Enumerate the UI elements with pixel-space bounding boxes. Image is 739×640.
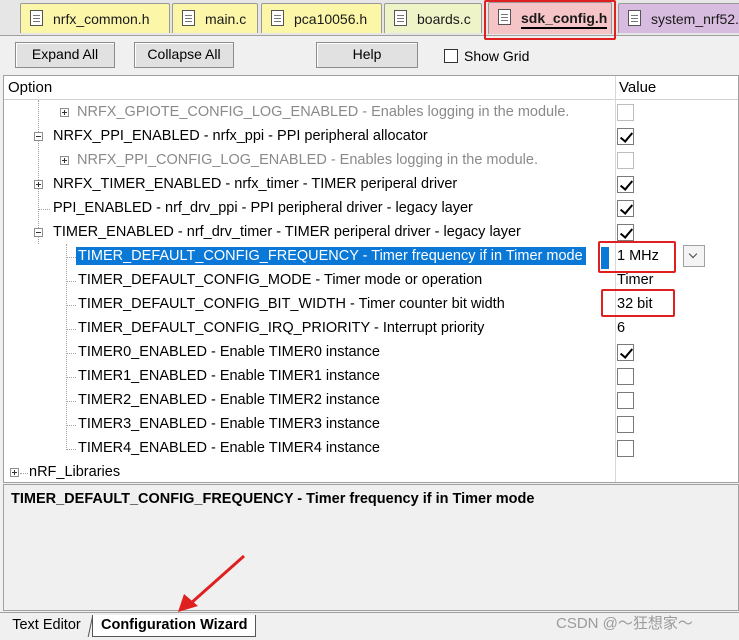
value-checkbox[interactable]	[617, 224, 634, 241]
bit-width-highlight-box	[601, 289, 675, 317]
tab-boards-c[interactable]: boards.c	[384, 3, 482, 33]
document-icon	[628, 10, 641, 26]
collapse-all-button[interactable]: Collapse All	[134, 42, 234, 68]
tree-guide	[66, 425, 76, 426]
option-column-header: Option	[8, 79, 53, 96]
option-label: TIMER2_ENABLED - Enable TIMER2 instance	[78, 392, 380, 408]
tree-guide	[66, 353, 76, 354]
dropdown-arrow-icon[interactable]	[683, 245, 705, 267]
value-text[interactable]: Timer	[617, 272, 654, 288]
tab-system-nrf52-c[interactable]: system_nrf52.c	[618, 3, 739, 33]
frequency-highlight-box	[598, 241, 676, 273]
value-checkbox[interactable]	[617, 368, 634, 385]
expand-all-button[interactable]: Expand All	[15, 42, 115, 68]
description-text: TIMER_DEFAULT_CONFIG_FREQUENCY - Timer f…	[11, 491, 535, 507]
tree-guide	[66, 305, 76, 306]
tree-row[interactable]: TIMER3_ENABLED - Enable TIMER3 instance	[4, 413, 738, 437]
description-pane: TIMER_DEFAULT_CONFIG_FREQUENCY - Timer f…	[3, 484, 739, 611]
value-checkbox[interactable]	[617, 152, 634, 169]
tree-row[interactable]: TIMER1_ENABLED - Enable TIMER1 instance	[4, 365, 738, 389]
tree-guide	[66, 329, 76, 330]
value-checkbox[interactable]	[617, 392, 634, 409]
collapse-minus-icon[interactable]	[34, 132, 43, 141]
option-label: nRF_Libraries	[29, 464, 121, 480]
show-grid-label: Show Grid	[464, 48, 530, 64]
tree-row[interactable]: NRFX_PPI_ENABLED - nrfx_ppi - PPI periph…	[4, 125, 738, 149]
expand-plus-icon[interactable]	[10, 468, 19, 477]
tree-row[interactable]: NRFX_PPI_CONFIG_LOG_ENABLED - Enables lo…	[4, 149, 738, 173]
tab-main-c[interactable]: main.c	[172, 3, 258, 33]
show-grid-checkbox[interactable]	[444, 49, 458, 63]
red-arrow-annotation	[178, 554, 245, 612]
option-label: TIMER_DEFAULT_CONFIG_FREQUENCY - Timer f…	[76, 247, 586, 265]
tree-row[interactable]: nRF_Libraries	[4, 461, 738, 482]
watermark: CSDN @～狂想家～	[556, 615, 693, 632]
grid-header: Option Value	[4, 76, 738, 100]
tree-guide	[66, 377, 76, 378]
option-label: NRFX_TIMER_ENABLED - nrfx_timer - TIMER …	[53, 176, 458, 192]
tab-label: system_nrf52.c	[651, 11, 739, 27]
value-checkbox[interactable]	[617, 176, 634, 193]
tab-label: pca10056.h	[294, 11, 368, 27]
tab-text-editor[interactable]: Text Editor	[0, 615, 94, 637]
expand-plus-icon[interactable]	[60, 156, 69, 165]
collapse-minus-icon[interactable]	[34, 228, 43, 237]
tree-row[interactable]: NRFX_GPIOTE_CONFIG_LOG_ENABLED - Enables…	[4, 101, 738, 125]
tree-row[interactable]: TIMER2_ENABLED - Enable TIMER2 instance	[4, 389, 738, 413]
option-label: NRFX_GPIOTE_CONFIG_LOG_ENABLED - Enables…	[77, 104, 570, 120]
option-label: TIMER_DEFAULT_CONFIG_MODE - Timer mode o…	[78, 272, 483, 288]
tab-pca10056-h[interactable]: pca10056.h	[261, 3, 382, 33]
option-label: TIMER_DEFAULT_CONFIG_BIT_WIDTH - Timer c…	[78, 296, 505, 312]
option-label: TIMER_ENABLED - nrf_drv_timer - TIMER pe…	[53, 224, 521, 240]
value-checkbox[interactable]	[617, 416, 634, 433]
option-label: TIMER1_ENABLED - Enable TIMER1 instance	[78, 368, 380, 384]
tab-configuration-wizard[interactable]: Configuration Wizard	[92, 615, 256, 637]
tab-nrfx-common-h[interactable]: nrfx_common.h	[20, 3, 170, 33]
value-checkbox[interactable]	[617, 440, 634, 457]
document-icon	[394, 10, 407, 26]
option-label: TIMER_DEFAULT_CONFIG_IRQ_PRIORITY - Inte…	[78, 320, 485, 336]
expand-plus-icon[interactable]	[34, 180, 43, 189]
document-icon	[30, 10, 43, 26]
tab-text-editor-label: Text Editor	[12, 617, 81, 633]
option-label: PPI_ENABLED - nrf_drv_ppi - PPI peripher…	[53, 200, 473, 216]
tree-guide	[66, 449, 76, 450]
tab-label: nrfx_common.h	[53, 11, 150, 27]
tree-row[interactable]: TIMER0_ENABLED - Enable TIMER0 instance	[4, 341, 738, 365]
value-checkbox[interactable]	[617, 128, 634, 145]
tab-label: boards.c	[417, 11, 471, 27]
document-icon	[182, 10, 195, 26]
tab-label: main.c	[205, 11, 247, 27]
tree-row[interactable]: TIMER_DEFAULT_CONFIG_IRQ_PRIORITY - Inte…	[4, 317, 738, 341]
value-text[interactable]: 6	[617, 320, 625, 336]
file-tab-strip: nrfx_common.h main.c pca10056.h boards.c…	[0, 0, 739, 36]
tree-guide	[38, 209, 50, 210]
value-checkbox[interactable]	[617, 200, 634, 217]
tree-row[interactable]: NRFX_TIMER_ENABLED - nrfx_timer - TIMER …	[4, 173, 738, 197]
document-icon	[271, 10, 284, 26]
tree-guide	[20, 473, 28, 474]
configuration-wizard-window: nrfx_common.h main.c pca10056.h boards.c…	[0, 0, 739, 640]
tree-guide	[66, 281, 76, 282]
tree-guide	[66, 401, 76, 402]
option-label: TIMER3_ENABLED - Enable TIMER3 instance	[78, 416, 380, 432]
option-label: TIMER0_ENABLED - Enable TIMER0 instance	[78, 344, 380, 360]
tree-row[interactable]: TIMER4_ENABLED - Enable TIMER4 instance	[4, 437, 738, 461]
option-label: NRFX_PPI_ENABLED - nrfx_ppi - PPI periph…	[53, 128, 428, 144]
tree-row[interactable]: PPI_ENABLED - nrf_drv_ppi - PPI peripher…	[4, 197, 738, 221]
option-tree-grid: Option Value NRFX_GPIOTE_CONFIG_LOG_ENAB…	[3, 75, 739, 483]
value-checkbox[interactable]	[617, 344, 634, 361]
tab-configuration-wizard-label: Configuration Wizard	[101, 617, 248, 633]
value-checkbox[interactable]	[617, 104, 634, 121]
option-label: TIMER4_ENABLED - Enable TIMER4 instance	[78, 440, 380, 456]
expand-plus-icon[interactable]	[60, 108, 69, 117]
tree-guide	[66, 257, 76, 258]
active-tab-highlight-box	[484, 0, 616, 40]
help-button[interactable]: Help	[316, 42, 418, 68]
value-column-header: Value	[619, 79, 657, 96]
option-label: NRFX_PPI_CONFIG_LOG_ENABLED - Enables lo…	[77, 152, 538, 168]
